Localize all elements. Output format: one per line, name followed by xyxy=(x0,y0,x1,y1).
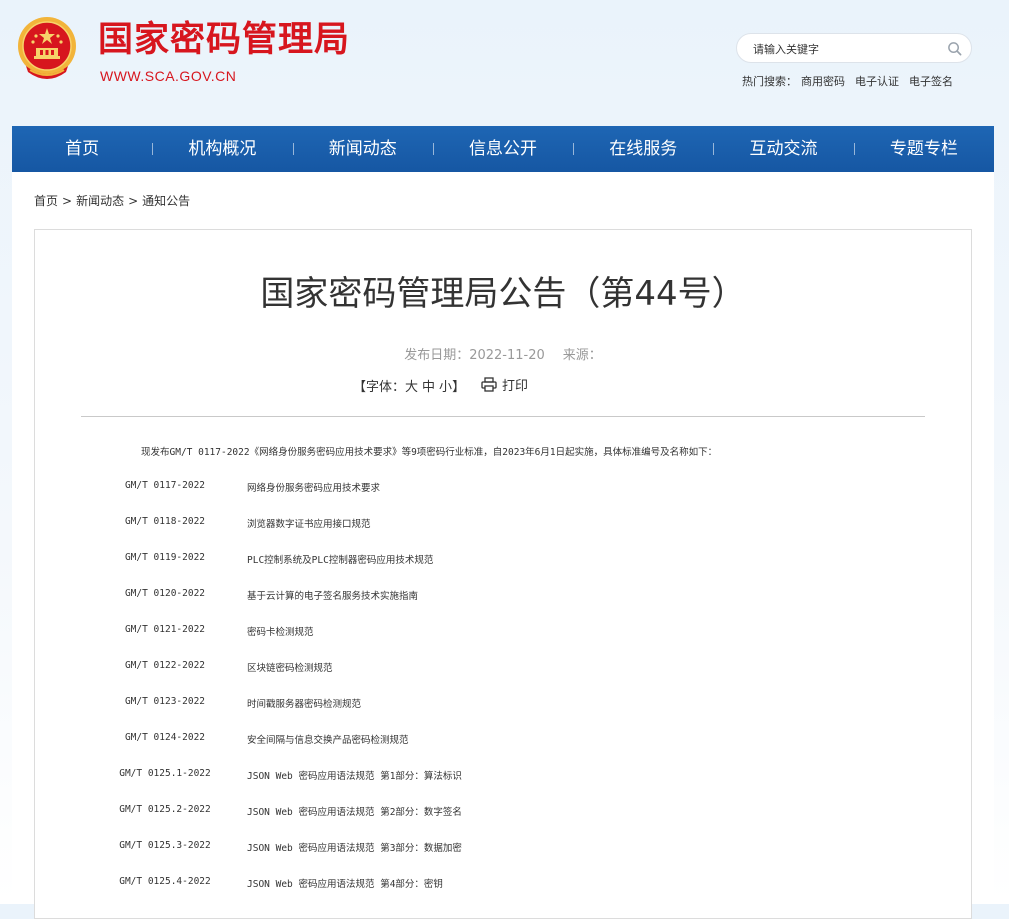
standard-code: GM/T 0124-2022 xyxy=(124,732,206,743)
table-row: GM/T 0125.1-2022 JSON Web 密码应用语法规范 第1部分：… xyxy=(35,768,971,788)
table-row: GM/T 0122-2022 区块链密码检测规范 xyxy=(35,660,971,680)
standard-name: PLC控制系统及PLC控制器密码应用技术规范 xyxy=(247,555,434,566)
standard-name: JSON Web 密码应用语法规范 第1部分：算法标识 xyxy=(247,771,462,782)
table-row: GM/T 0123-2022 时间戳服务器密码检测规范 xyxy=(35,696,971,716)
search-input[interactable] xyxy=(751,38,945,60)
article-intro: 现发布GM/T 0117-2022《网络身份服务密码应用技术要求》等9项密码行业… xyxy=(141,447,718,458)
nav-item-about[interactable]: 机构概况 xyxy=(152,126,292,172)
font-size-close: 】 xyxy=(452,380,466,395)
breadcrumb: 首页 > 新闻动态 > 通知公告 xyxy=(34,192,190,209)
table-row: GM/T 0125.2-2022 JSON Web 密码应用语法规范 第2部分：… xyxy=(35,804,971,824)
breadcrumb-separator: > xyxy=(128,194,139,208)
site-url[interactable]: WWW.SCA.GOV.CN xyxy=(100,68,236,84)
standard-code: GM/T 0120-2022 xyxy=(124,588,206,599)
hot-search-link-e-certification[interactable]: 电子认证 xyxy=(855,75,899,88)
site-header: 国家密码管理局 WWW.SCA.GOV.CN 热门搜索： 商用密码电子认证电子签名 xyxy=(0,0,1009,126)
hot-search-label: 热门搜索： xyxy=(742,75,797,88)
nav-item-info-disclosure[interactable]: 信息公开 xyxy=(432,126,573,172)
table-row: GM/T 0120-2022 基于云计算的电子签名服务技术实施指南 xyxy=(35,588,971,608)
standard-name: 基于云计算的电子签名服务技术实施指南 xyxy=(247,591,419,602)
standard-name: 区块链密码检测规范 xyxy=(247,663,333,674)
search-box xyxy=(736,33,972,63)
standard-code: GM/T 0125.1-2022 xyxy=(119,768,211,779)
table-row: GM/T 0125.4-2022 JSON Web 密码应用语法规范 第4部分：… xyxy=(35,876,971,896)
publish-date: 发布日期：2022-11-20 xyxy=(404,348,545,363)
table-row: GM/T 0118-2022 浏览器数字证书应用接口规范 xyxy=(35,516,971,536)
breadcrumb-home[interactable]: 首页 xyxy=(34,194,58,208)
font-size-controls: 【字体：大中小】 xyxy=(353,376,465,395)
table-row: GM/T 0121-2022 密码卡检测规范 xyxy=(35,624,971,644)
nav-item-interaction[interactable]: 互动交流 xyxy=(713,126,853,172)
standard-name: JSON Web 密码应用语法规范 第2部分：数字签名 xyxy=(247,807,462,818)
standard-code: GM/T 0117-2022 xyxy=(124,480,206,491)
standard-name: JSON Web 密码应用语法规范 第4部分：密钥 xyxy=(247,879,443,890)
nav-item-special-topics[interactable]: 专题专栏 xyxy=(853,126,994,172)
hot-search: 热门搜索： 商用密码 电子认证 电子签名 xyxy=(742,73,953,89)
standard-code: GM/T 0119-2022 xyxy=(124,552,206,563)
article-container: 国家密码管理局公告（第44号） 发布日期：2022-11-20 来源： 【字体：大… xyxy=(34,229,972,919)
table-row: GM/T 0125.3-2022 JSON Web 密码应用语法规范 第3部分：… xyxy=(35,840,971,860)
printer-icon xyxy=(481,377,497,392)
breadcrumb-separator: > xyxy=(62,194,73,208)
nav-item-online-services[interactable]: 在线服务 xyxy=(573,126,713,172)
national-emblem-icon[interactable] xyxy=(16,14,78,84)
standard-code: GM/T 0121-2022 xyxy=(124,624,206,635)
standard-name: 时间戳服务器密码检测规范 xyxy=(247,699,362,710)
breadcrumb-notices[interactable]: 通知公告 xyxy=(142,194,190,208)
standard-name: 浏览器数字证书应用接口规范 xyxy=(247,519,371,530)
standard-code: GM/T 0125.3-2022 xyxy=(119,840,211,851)
font-size-medium-button[interactable]: 中 xyxy=(422,380,435,395)
breadcrumb-news[interactable]: 新闻动态 xyxy=(76,194,124,208)
standard-code: GM/T 0118-2022 xyxy=(124,516,206,527)
standard-name: 安全间隔与信息交换产品密码检测规范 xyxy=(247,735,409,746)
article-title: 国家密码管理局公告（第44号） xyxy=(260,274,746,314)
nav-item-home[interactable]: 首页 xyxy=(12,126,152,172)
print-label: 打印 xyxy=(502,379,529,394)
standard-code: GM/T 0125.2-2022 xyxy=(119,804,211,815)
standard-code: GM/T 0123-2022 xyxy=(124,696,206,707)
main-content: 首页 > 新闻动态 > 通知公告 国家密码管理局公告（第44号） 发布日期：2022-1… xyxy=(12,172,994,919)
search-icon[interactable] xyxy=(947,41,962,56)
standard-code: GM/T 0125.4-2022 xyxy=(119,876,211,887)
site-title[interactable]: 国家密码管理局 xyxy=(98,18,350,62)
table-row: GM/T 0124-2022 安全间隔与信息交换产品密码检测规范 xyxy=(35,732,971,752)
hot-search-link-e-signature[interactable]: 电子签名 xyxy=(909,75,953,88)
title-divider xyxy=(81,416,925,417)
font-size-small-button[interactable]: 小 xyxy=(439,380,452,395)
hot-search-link-commercial-crypto[interactable]: 商用密码 xyxy=(801,75,845,88)
main-nav: 首页 机构概况 新闻动态 信息公开 在线服务 互动交流 专题专栏 xyxy=(12,126,994,172)
article-source: 来源： xyxy=(562,348,602,363)
article-meta: 发布日期：2022-11-20 来源： xyxy=(35,344,971,363)
font-size-label: 【字体： xyxy=(353,380,406,395)
nav-item-news[interactable]: 新闻动态 xyxy=(292,126,433,172)
standard-code: GM/T 0122-2022 xyxy=(124,660,206,671)
table-row: GM/T 0117-2022 网络身份服务密码应用技术要求 xyxy=(35,480,971,500)
font-size-large-button[interactable]: 大 xyxy=(405,380,418,395)
standard-name: JSON Web 密码应用语法规范 第3部分：数据加密 xyxy=(247,843,462,854)
standard-name: 网络身份服务密码应用技术要求 xyxy=(247,483,381,494)
print-button[interactable]: 打印 xyxy=(481,375,528,394)
standard-name: 密码卡检测规范 xyxy=(247,627,314,638)
table-row: GM/T 0119-2022 PLC控制系统及PLC控制器密码应用技术规范 xyxy=(35,552,971,572)
